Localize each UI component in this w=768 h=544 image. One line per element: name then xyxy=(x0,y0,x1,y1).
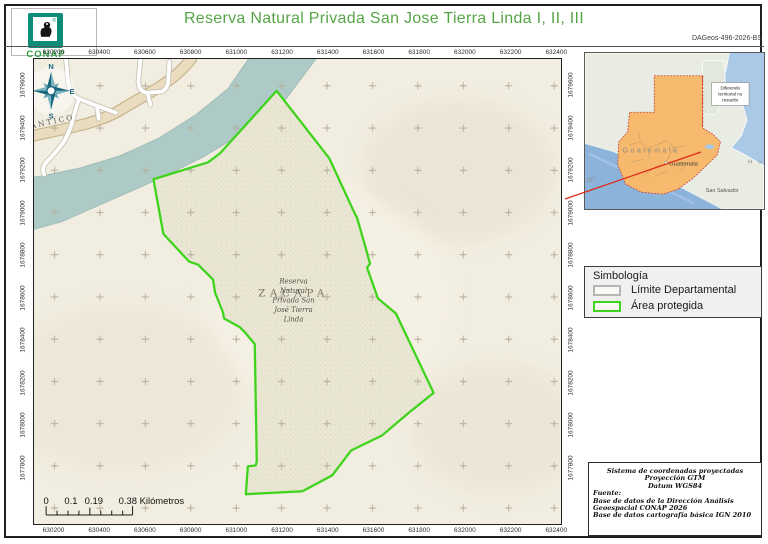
x-axis-label-top: 631200 xyxy=(271,49,293,56)
compass-e: E xyxy=(69,87,74,96)
y-axis-label-left: 1679600 xyxy=(20,72,27,97)
x-axis-label-bottom: 631800 xyxy=(408,527,430,534)
x-axis-label-top: 631400 xyxy=(317,49,339,56)
inset-san-salvador-label: San Salvador xyxy=(706,188,739,194)
legend: Simbología Límite Departamental Área pro… xyxy=(584,266,762,318)
y-axis-label-right: 1678400 xyxy=(568,327,575,352)
svg-text:José Tierra: José Tierra xyxy=(272,306,313,314)
credits-source-1: Base de datos de la Dirección Análisis G… xyxy=(589,498,761,513)
x-axis-label-top: 630800 xyxy=(180,49,202,56)
svg-text:Natural: Natural xyxy=(279,287,307,295)
y-axis-label-right: 1678200 xyxy=(568,370,575,395)
map-canvas: ÁNTICO ZACAPA Reserva Natural Privada Sa… xyxy=(33,58,562,525)
x-axis-label-bottom: 630200 xyxy=(43,527,65,534)
y-axis-label-left: 1678200 xyxy=(20,370,27,395)
inset-honduras-label: H o xyxy=(748,160,763,166)
x-axis-label-top: 631600 xyxy=(363,49,385,56)
inset-grid-zone-label: 22T xyxy=(585,177,596,183)
inset-lake xyxy=(705,144,714,149)
document-code: DAGeos-496-2026-BS xyxy=(692,35,762,42)
y-axis-label-left: 1678000 xyxy=(20,412,27,437)
y-axis-label-right: 1678600 xyxy=(568,285,575,310)
svg-text:Reserva: Reserva xyxy=(278,278,307,286)
inset-map: Diferendo territorial no resuelto Guatem… xyxy=(584,52,765,210)
conap-logo-mark: ® xyxy=(28,13,63,48)
x-axis-label-top: 630400 xyxy=(88,49,110,56)
x-axis-label-bottom: 631000 xyxy=(225,527,247,534)
x-axis-label-top: 631800 xyxy=(408,49,430,56)
credits-source-2: Base de datos cartografía básica IGN 201… xyxy=(589,512,761,519)
y-axis-label-right: 1679000 xyxy=(568,200,575,225)
x-axis-label-bottom: 631200 xyxy=(271,527,293,534)
credits-box: Sistema de coordenadas proyectadas Proye… xyxy=(588,462,762,536)
svg-text:0: 0 xyxy=(43,495,48,506)
header-divider xyxy=(4,46,764,47)
x-axis-label-bottom: 632200 xyxy=(500,527,522,534)
svg-text:0.19: 0.19 xyxy=(85,495,103,506)
svg-text:territorial no: territorial no xyxy=(718,91,742,96)
y-axis-label-left: 1678800 xyxy=(20,242,27,267)
page: ® CONAP Reserva Natural Privada San Jose… xyxy=(0,0,768,544)
x-axis-label-bottom: 632000 xyxy=(454,527,476,534)
y-axis-label-right: 1678000 xyxy=(568,412,575,437)
legend-label-departamental: Límite Departamental xyxy=(631,284,736,296)
x-axis-label-top: 632000 xyxy=(454,49,476,56)
svg-text:resuelto: resuelto xyxy=(722,97,739,102)
page-title: Reserva Natural Privada San Jose Tierra … xyxy=(100,10,668,28)
x-axis-label-top: 630200 xyxy=(43,49,65,56)
x-axis-label-bottom: 632400 xyxy=(545,527,567,534)
svg-text:Linda: Linda xyxy=(283,316,304,324)
y-axis-label-left: 1679000 xyxy=(20,200,27,225)
y-axis-label-left: 1677800 xyxy=(20,455,27,480)
inset-city-label: Guatemala xyxy=(669,162,699,168)
registered-mark: ® xyxy=(52,18,56,24)
x-axis-label-bottom: 630400 xyxy=(88,527,110,534)
legend-swatch-area-protegida xyxy=(593,301,621,312)
x-axis-label-bottom: 630800 xyxy=(180,527,202,534)
y-axis-label-right: 1679400 xyxy=(568,115,575,140)
x-axis-label-bottom: 631600 xyxy=(363,527,385,534)
y-axis-label-left: 1679200 xyxy=(20,157,27,182)
legend-swatch-departamental xyxy=(593,285,621,296)
y-axis-label-left: 1678600 xyxy=(20,285,27,310)
x-axis-label-top: 631000 xyxy=(225,49,247,56)
svg-text:0.1: 0.1 xyxy=(64,495,77,506)
compass-s: S xyxy=(49,112,54,121)
x-axis-label-top: 630600 xyxy=(134,49,156,56)
x-axis-label-bottom: 631400 xyxy=(317,527,339,534)
svg-text:Diferendo: Diferendo xyxy=(720,86,740,91)
y-axis-label-left: 1678400 xyxy=(20,327,27,352)
map-svg: ÁNTICO ZACAPA Reserva Natural Privada Sa… xyxy=(34,59,560,523)
svg-text:0.38 Kilómetros: 0.38 Kilómetros xyxy=(119,495,185,506)
x-axis-label-top: 632200 xyxy=(500,49,522,56)
y-axis-label-right: 1677800 xyxy=(568,455,575,480)
compass-n: N xyxy=(48,62,53,71)
y-axis-label-right: 1678800 xyxy=(568,242,575,267)
y-axis-label-left: 1679400 xyxy=(20,115,27,140)
svg-text:Privada San: Privada San xyxy=(271,297,314,305)
x-axis-label-top: 632400 xyxy=(545,49,567,56)
legend-label-area-protegida: Área protegida xyxy=(631,300,703,312)
quetzal-icon: ® xyxy=(33,17,57,41)
y-axis-label-right: 1679200 xyxy=(568,157,575,182)
legend-title: Simbología xyxy=(593,270,648,282)
inset-country-label: Guatemala xyxy=(623,148,680,155)
y-axis-label-right: 1679600 xyxy=(568,72,575,97)
x-axis-label-bottom: 630600 xyxy=(134,527,156,534)
